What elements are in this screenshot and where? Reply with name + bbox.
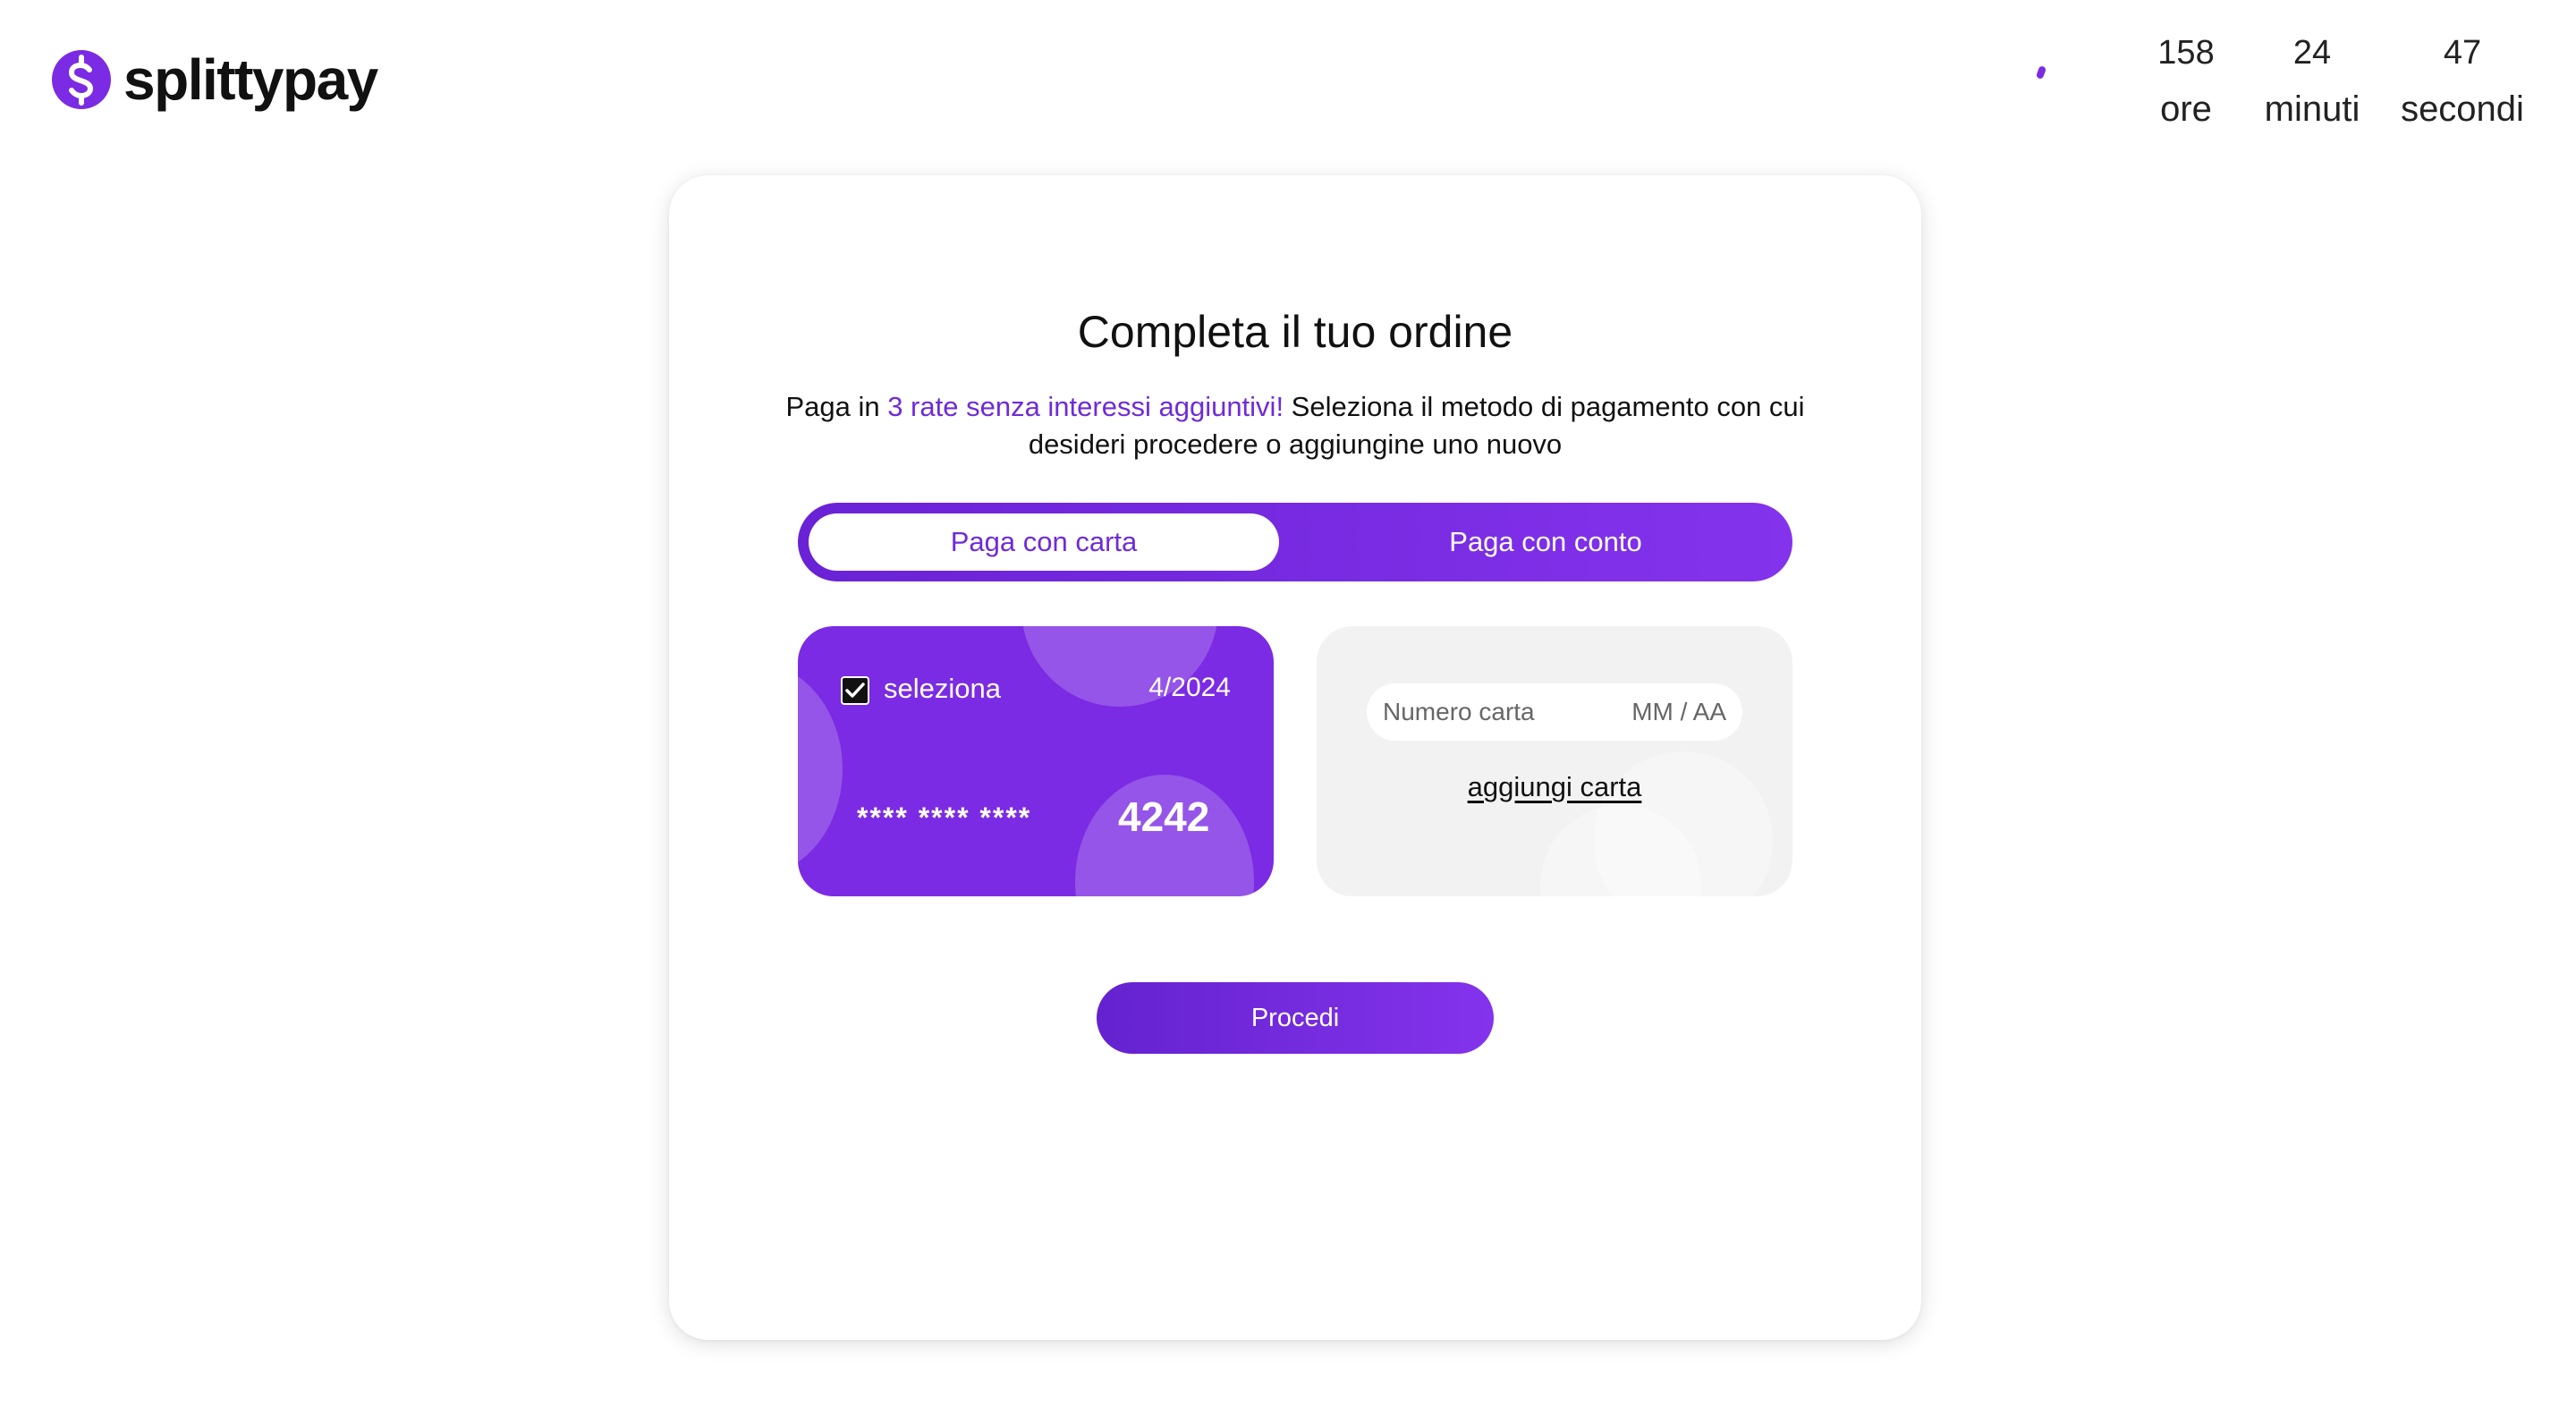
countdown-seconds: 47 secondi [2395, 32, 2529, 131]
add-card-link[interactable]: aggiungi carta [1317, 771, 1792, 803]
add-card-panel: Numero carta MM / AA aggiungi carta [1317, 626, 1792, 896]
countdown-minutes-label: minuti [2264, 89, 2360, 129]
dollar-circle-icon [52, 50, 111, 109]
subtitle-highlight: 3 rate senza interessi aggiuntivi! [887, 391, 1284, 422]
tab-pay-with-account[interactable]: Paga con conto [1299, 503, 1792, 581]
countdown-hours: 158 ore [2150, 32, 2222, 131]
logo-text: splittypay [123, 47, 378, 112]
payment-method-toggle: Paga con carta Paga con conto [798, 503, 1792, 581]
card-number-field[interactable]: Numero carta [1383, 698, 1631, 726]
countdown-minutes-value: 24 [2292, 34, 2332, 72]
select-card-checkbox[interactable] [841, 676, 869, 705]
countdown-seconds-value: 47 [2443, 34, 2482, 72]
saved-card[interactable]: seleziona 4/2024 **** **** **** 4242 [798, 626, 1274, 896]
card-last4: 4242 [1118, 793, 1210, 840]
countdown-hours-label: ore [2160, 89, 2212, 129]
countdown-minutes: 24 minuti [2252, 32, 2372, 131]
logo[interactable]: splittypay [50, 47, 378, 112]
loading-spinner-icon [2035, 65, 2047, 80]
checkout-subtitle: Paga in 3 rate senza interessi aggiuntiv… [776, 388, 1814, 463]
select-card-label: seleziona [884, 673, 1001, 704]
card-decoration [798, 662, 843, 877]
tab-pay-with-card[interactable]: Paga con carta [809, 513, 1279, 571]
checkout-page: splittypay 158 ore 24 minuti 47 secondi … [0, 0, 2576, 1408]
proceed-button[interactable]: Procedi [1097, 982, 1494, 1054]
checkout-card: Completa il tuo ordine Paga in 3 rate se… [669, 175, 1921, 1340]
countdown-seconds-label: secondi [2401, 89, 2524, 129]
card-expiry: 4/2024 [1148, 673, 1231, 702]
subtitle-prefix: Paga in [785, 391, 888, 422]
countdown-hours-value: 158 [2157, 34, 2215, 72]
card-masked-number: **** **** **** [857, 802, 1032, 834]
checkmark-icon [845, 683, 865, 698]
page-title: Completa il tuo ordine [1077, 307, 1513, 357]
card-details-input[interactable]: Numero carta MM / AA [1367, 683, 1742, 741]
card-expiry-field[interactable]: MM / AA [1631, 698, 1726, 726]
